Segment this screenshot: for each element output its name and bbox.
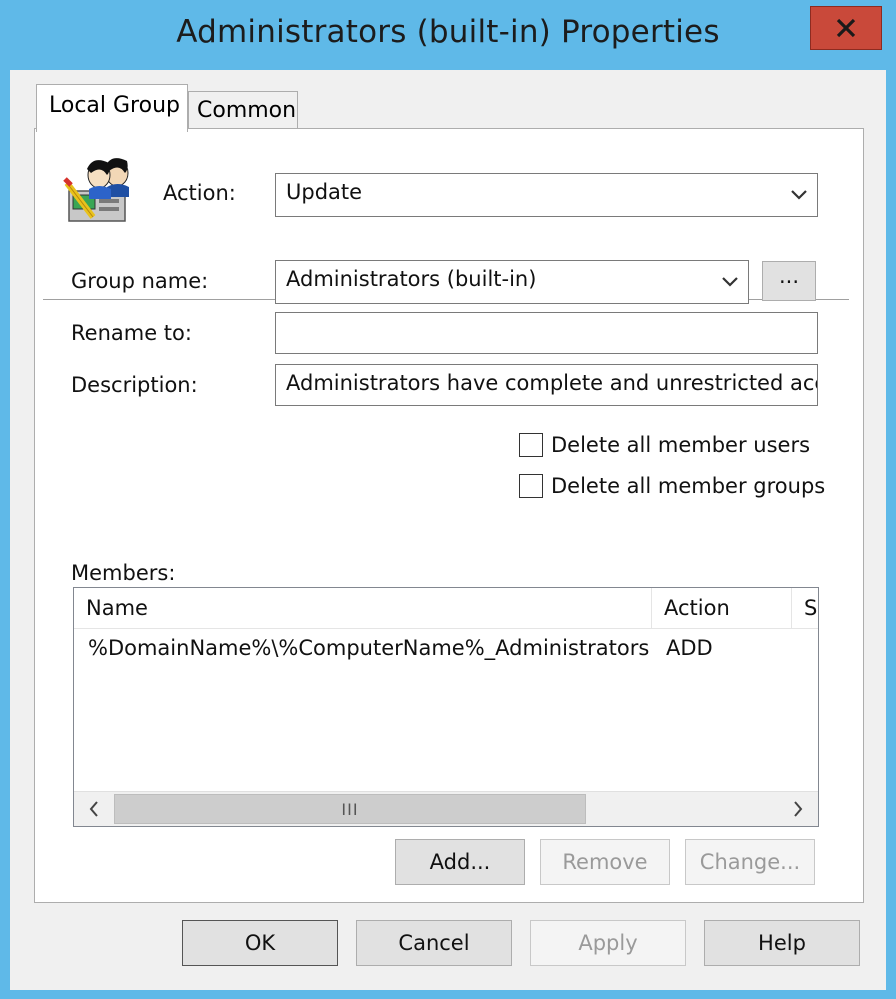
close-icon xyxy=(836,18,856,38)
members-list[interactable]: Name Action S %DomainName%\%ComputerName… xyxy=(73,587,819,827)
browse-button[interactable]: ... xyxy=(762,261,816,301)
add-member-button[interactable]: Add... xyxy=(395,839,525,885)
tab-page-local-group: Action: Update Group name: Administrator… xyxy=(34,128,864,903)
action-label: Action: xyxy=(163,181,236,205)
chevron-right-icon xyxy=(794,801,803,817)
close-button[interactable] xyxy=(810,6,882,50)
action-dropdown-value: Update xyxy=(286,180,363,204)
scroll-left-button[interactable] xyxy=(74,792,114,826)
action-dropdown[interactable]: Update xyxy=(275,173,818,217)
remove-member-button[interactable]: Remove xyxy=(540,839,670,885)
tab-common-label: Common xyxy=(197,98,297,123)
tab-local-group-label: Local Group xyxy=(49,93,180,118)
delete-groups-checkbox[interactable] xyxy=(519,474,543,498)
chevron-down-icon xyxy=(722,277,738,287)
delete-groups-label[interactable]: Delete all member groups xyxy=(551,474,825,498)
table-row[interactable]: %DomainName%\%ComputerName%_Administrato… xyxy=(74,628,818,668)
members-list-header: Name Action S xyxy=(74,588,818,629)
chevron-left-icon xyxy=(89,801,98,817)
change-member-button[interactable]: Change... xyxy=(685,839,815,885)
group-name-label: Group name: xyxy=(71,269,209,293)
dialog-client-area: Local Group Common Action: Update Group … xyxy=(10,70,886,990)
title-bar[interactable]: Administrators (built-in) Properties xyxy=(0,0,896,70)
window-title: Administrators (built-in) Properties xyxy=(176,14,720,50)
ok-button[interactable]: OK xyxy=(182,920,338,966)
local-group-icon xyxy=(63,153,135,225)
column-header-action[interactable]: Action xyxy=(652,588,792,628)
cancel-button[interactable]: Cancel xyxy=(356,920,512,966)
help-button[interactable]: Help xyxy=(704,920,860,966)
apply-button[interactable]: Apply xyxy=(530,920,686,966)
description-label: Description: xyxy=(71,373,198,397)
column-header-name[interactable]: Name xyxy=(74,588,652,628)
member-action-cell: ADD xyxy=(666,636,713,660)
horizontal-scrollbar[interactable]: III xyxy=(74,791,818,826)
group-name-combobox[interactable]: Administrators (built-in) xyxy=(275,260,749,304)
tab-common[interactable]: Common xyxy=(188,91,298,131)
delete-users-label[interactable]: Delete all member users xyxy=(551,433,810,457)
tab-local-group[interactable]: Local Group xyxy=(36,84,188,132)
members-label: Members: xyxy=(71,561,176,585)
rename-field[interactable] xyxy=(275,312,818,354)
scroll-right-button[interactable] xyxy=(778,792,818,826)
window-frame: Administrators (built-in) Properties Loc… xyxy=(0,0,896,999)
column-header-s[interactable]: S xyxy=(792,588,818,628)
chevron-down-icon xyxy=(791,190,807,200)
scroll-thumb[interactable]: III xyxy=(114,794,586,824)
rename-label: Rename to: xyxy=(71,321,192,345)
description-field[interactable]: Administrators have complete and unrestr… xyxy=(275,364,818,406)
member-name-cell: %DomainName%\%ComputerName%_Administrato… xyxy=(88,636,650,660)
delete-users-checkbox[interactable] xyxy=(519,433,543,457)
group-name-value: Administrators (built-in) xyxy=(286,267,537,291)
